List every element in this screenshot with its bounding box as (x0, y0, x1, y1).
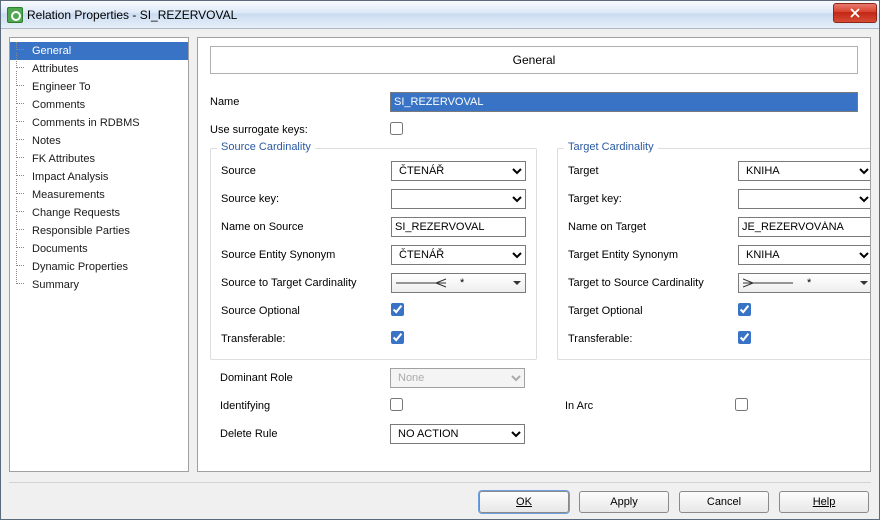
name-on-source-label: Name on Source (221, 221, 391, 233)
source-transferable-label: Transferable: (221, 333, 391, 345)
ok-button[interactable]: OK (479, 491, 569, 513)
cancel-button[interactable]: Cancel (679, 491, 769, 513)
nav-item-engineer-to[interactable]: Engineer To (10, 78, 188, 96)
target-optional-checkbox[interactable] (738, 303, 751, 316)
target-card-label: Target to Source Cardinality (568, 277, 738, 289)
help-button[interactable]: Help (779, 491, 869, 513)
source-synonym-select[interactable]: ČTENÁŘ (391, 245, 526, 265)
name-label: Name (210, 96, 390, 108)
target-group-title: Target Cardinality (564, 141, 658, 153)
delete-rule-select[interactable]: NO ACTION (390, 424, 525, 444)
footer: OK Apply Cancel Help (1, 485, 879, 519)
surrogate-label: Use surrogate keys: (210, 124, 390, 136)
name-on-target-label: Name on Target (568, 221, 738, 233)
source-group-title: Source Cardinality (217, 141, 315, 153)
app-icon (7, 7, 23, 23)
target-entity-select[interactable]: KNIHA (738, 161, 871, 181)
identifying-label: Identifying (220, 400, 390, 412)
target-key-label: Target key: (568, 193, 738, 205)
footer-divider (9, 482, 871, 483)
nav-item-general[interactable]: General (10, 42, 188, 60)
source-key-select[interactable] (391, 189, 526, 209)
nav-item-comments[interactable]: Comments (10, 96, 188, 114)
source-entity-select[interactable]: ČTENÁŘ (391, 161, 526, 181)
target-transferable-label: Transferable: (568, 333, 738, 345)
nav-item-fk-attributes[interactable]: FK Attributes (10, 150, 188, 168)
nav-item-dynamic-properties[interactable]: Dynamic Properties (10, 258, 188, 276)
target-optional-label: Target Optional (568, 305, 738, 317)
name-on-target-input[interactable] (738, 217, 871, 237)
nav-item-comments-in-rdbms[interactable]: Comments in RDBMS (10, 114, 188, 132)
titlebar[interactable]: Relation Properties - SI_REZERVOVAL (1, 1, 879, 29)
nav-item-measurements[interactable]: Measurements (10, 186, 188, 204)
in-arc-label: In Arc (565, 400, 735, 412)
target-synonym-label: Target Entity Synonym (568, 249, 738, 261)
apply-button[interactable]: Apply (579, 491, 669, 513)
target-transferable-checkbox[interactable] (738, 331, 751, 344)
identifying-checkbox[interactable] (390, 398, 403, 411)
nav-item-summary[interactable]: Summary (10, 276, 188, 294)
target-key-select[interactable] (738, 189, 871, 209)
source-transferable-checkbox[interactable] (391, 331, 404, 344)
source-card-label: Source to Target Cardinality (221, 277, 391, 289)
close-button[interactable] (833, 3, 877, 23)
source-cardinality-select[interactable]: * (391, 273, 526, 293)
surrogate-checkbox[interactable] (390, 122, 403, 135)
dominant-role-select: None (390, 368, 525, 388)
name-input[interactable] (390, 92, 858, 112)
name-on-source-input[interactable] (391, 217, 526, 237)
source-synonym-label: Source Entity Synonym (221, 249, 391, 261)
section-header: General (210, 46, 858, 74)
nav-item-impact-analysis[interactable]: Impact Analysis (10, 168, 188, 186)
nav-item-notes[interactable]: Notes (10, 132, 188, 150)
nav-item-documents[interactable]: Documents (10, 240, 188, 258)
nav-item-attributes[interactable]: Attributes (10, 60, 188, 78)
dominant-role-label: Dominant Role (220, 372, 390, 384)
target-synonym-select[interactable]: KNIHA (738, 245, 871, 265)
delete-rule-label: Delete Rule (220, 428, 390, 440)
window-title: Relation Properties - SI_REZERVOVAL (27, 8, 833, 22)
source-optional-checkbox[interactable] (391, 303, 404, 316)
target-cardinality-select[interactable]: * (738, 273, 871, 293)
source-optional-label: Source Optional (221, 305, 391, 317)
content-panel: General Name Use surrogate keys: Source … (197, 37, 871, 472)
nav-item-change-requests[interactable]: Change Requests (10, 204, 188, 222)
source-key-label: Source key: (221, 193, 391, 205)
target-entity-label: Target (568, 165, 738, 177)
dialog-window: Relation Properties - SI_REZERVOVAL Gene… (0, 0, 880, 520)
source-entity-label: Source (221, 165, 391, 177)
target-cardinality-group: Target Cardinality TargetKNIHA Target ke… (557, 148, 871, 360)
in-arc-checkbox[interactable] (735, 398, 748, 411)
source-cardinality-group: Source Cardinality SourceČTENÁŘ Source k… (210, 148, 537, 360)
nav-tree: GeneralAttributesEngineer ToCommentsComm… (9, 37, 189, 472)
nav-item-responsible-parties[interactable]: Responsible Parties (10, 222, 188, 240)
